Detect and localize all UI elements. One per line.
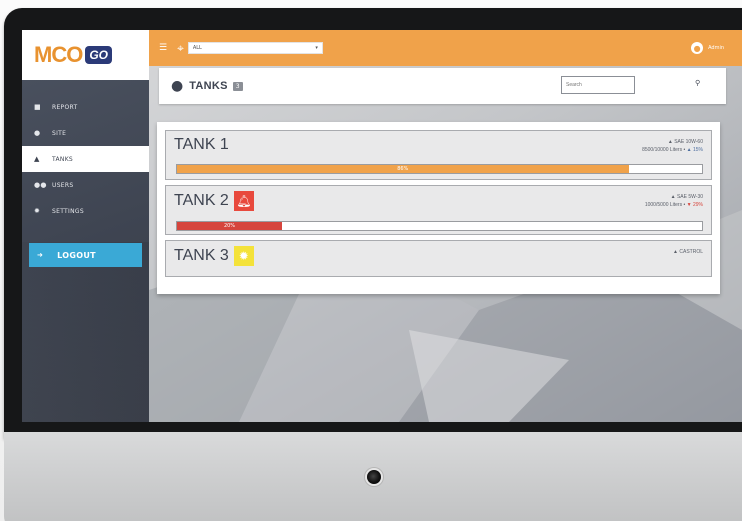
tank-level-bar: 20% (176, 221, 703, 231)
logout-label: LOGOUT (57, 250, 96, 260)
logo[interactable]: MCO GO (22, 30, 149, 80)
pin-icon: ● (34, 129, 41, 137)
sidebar-item-label: USERS (52, 181, 74, 189)
tank-level-label: 86% (397, 166, 409, 172)
sidebar-item-report[interactable]: ■ REPORT (22, 94, 149, 120)
app-screen: MCO GO ■ REPORT ● SITE ▲ TANKS ●● USERS … (22, 30, 742, 422)
gear-icon: ✹ (233, 246, 254, 266)
page-header: ● TANKS 3 ⚲ (159, 68, 726, 104)
tank-card[interactable]: TANK 1 ▲ SAE 10W-60 8500/10000 Liters • … (165, 130, 712, 180)
logout-icon: ➜ (37, 251, 44, 259)
top-bar: ☰ ⌖ ALL ▾ ● Admin (149, 30, 742, 66)
sidebar-item-label: SITE (52, 129, 67, 137)
tank-product: SAE 5W-30 (676, 194, 703, 200)
tank-change: ▼ 29% (687, 202, 703, 208)
tanks-list: TANK 1 ▲ SAE 10W-60 8500/10000 Liters • … (157, 122, 720, 294)
sidebar-item-site[interactable]: ● SITE (22, 120, 149, 146)
tank-name-text: TANK 3 (174, 247, 229, 264)
sidebar-item-label: REPORT (52, 103, 78, 111)
gear-icon: ✹ (34, 207, 41, 215)
sidebar-item-users[interactable]: ●● USERS (22, 172, 149, 198)
tank-card[interactable]: TANK 3 ✹ ▲ CASTROL (165, 240, 712, 277)
tank-level-fill: 86% (177, 165, 629, 173)
sidebar-nav: ■ REPORT ● SITE ▲ TANKS ●● USERS ✹ SETTI… (22, 94, 149, 224)
tank-change-value: 15% (692, 147, 703, 153)
user-menu[interactable]: ● Admin (691, 42, 724, 54)
tank-product: CASTROL (679, 249, 703, 255)
logout-button[interactable]: ➜ LOGOUT (29, 243, 142, 267)
camera-icon (367, 470, 381, 484)
user-name: Admin (708, 45, 724, 51)
tank-volume: 1000/5000 Liters (644, 202, 683, 208)
tank-change-value: 29% (692, 202, 703, 208)
tank-name: TANK 3 ✹ (174, 246, 254, 266)
tank-change: ▲ 15% (687, 147, 703, 153)
sidebar-item-label: TANKS (52, 155, 74, 163)
tank-info: ▲ CASTROL (673, 249, 703, 255)
search-input[interactable] (561, 76, 635, 94)
search-icon[interactable]: ⚲ (695, 79, 700, 87)
sidebar-item-label: SETTINGS (52, 207, 84, 215)
tank-info: ▲ SAE 10W-60 8500/10000 Liters • ▲ 15% (642, 139, 703, 153)
page-title: TANKS (189, 80, 228, 92)
drop-icon: ● (171, 78, 184, 94)
menu-icon[interactable]: ☰ (159, 43, 167, 53)
desktop-stage: MCO GO ■ REPORT ● SITE ▲ TANKS ●● USERS … (0, 0, 742, 521)
tank-name: TANK 2 🔔︎ (174, 191, 254, 211)
arrow-up-icon: ▲ (686, 147, 692, 153)
tank-info: ▲ SAE 5W-30 1000/5000 Liters • ▼ 29% (644, 194, 703, 208)
tank-name-text: TANK 2 (174, 192, 229, 209)
site-filter-select[interactable]: ALL ▾ (187, 42, 323, 54)
tank-volume: 8500/10000 Liters (642, 147, 683, 153)
tank-product: SAE 10W-60 (674, 139, 703, 145)
site-filter-value: ALL (192, 45, 202, 51)
count-badge: 3 (232, 81, 243, 91)
tank-level-fill: 20% (177, 222, 282, 230)
logo-text: MCO (34, 42, 83, 67)
sidebar: MCO GO ■ REPORT ● SITE ▲ TANKS ●● USERS … (22, 30, 149, 422)
square-icon: ■ (34, 103, 41, 111)
logo-badge: GO (85, 46, 112, 64)
drop-icon: ▲ (34, 155, 40, 163)
map-pin-icon: ⌖ (177, 40, 184, 55)
tank-level-bar: 86% (176, 164, 703, 174)
sidebar-pattern (22, 242, 149, 422)
sidebar-item-settings[interactable]: ✹ SETTINGS (22, 198, 149, 224)
chevron-down-icon: ▾ (315, 45, 318, 51)
tank-name: TANK 1 (174, 136, 229, 154)
main-content: ☰ ⌖ ALL ▾ ● Admin ● TANKS 3 ⚲ (149, 30, 742, 422)
tank-level-label: 20% (223, 223, 236, 229)
users-icon: ●● (34, 181, 47, 189)
sidebar-item-tanks[interactable]: ▲ TANKS (22, 146, 149, 172)
tank-name-text: TANK 1 (174, 136, 229, 153)
arrow-down-icon: ▼ (686, 202, 692, 208)
avatar: ● (691, 42, 704, 54)
bell-icon: 🔔︎ (233, 191, 254, 211)
tank-card[interactable]: TANK 2 🔔︎ ▲ SAE 5W-30 1000/5000 Liters •… (165, 185, 712, 235)
